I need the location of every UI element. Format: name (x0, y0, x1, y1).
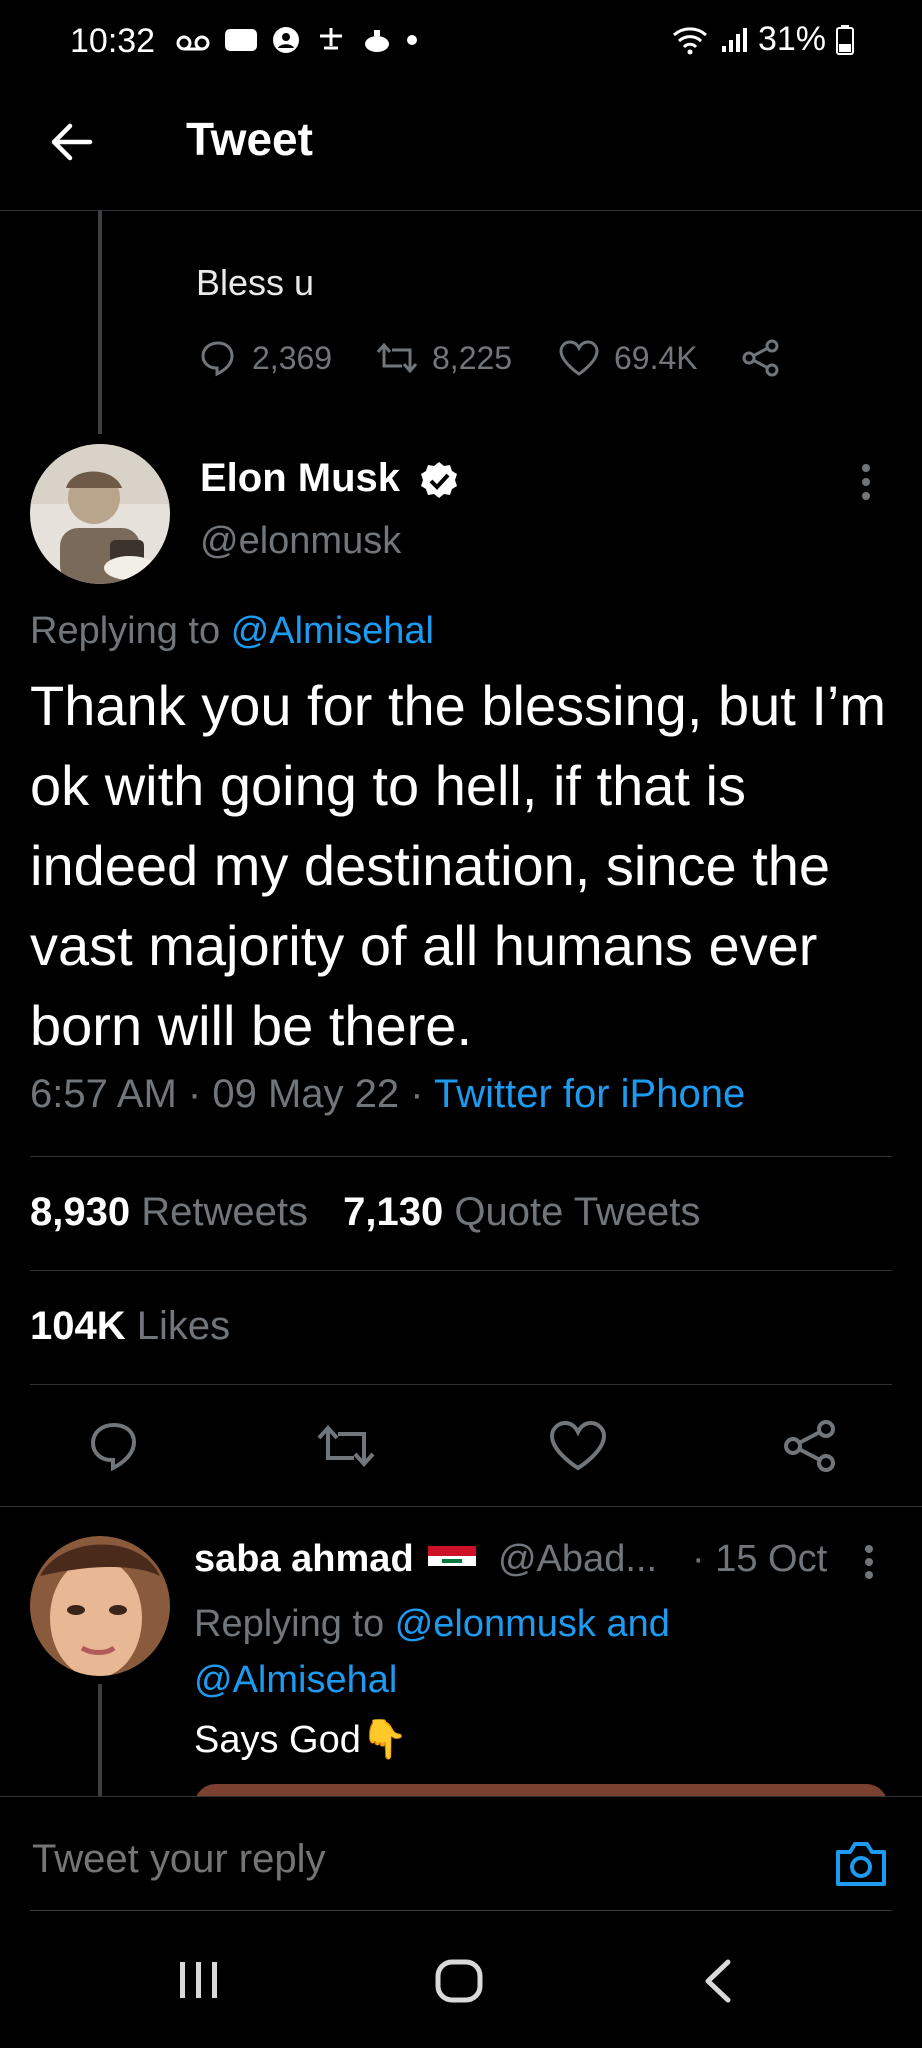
reply-author-name[interactable]: saba ahmad (194, 1538, 477, 1581)
parent-share-button[interactable] (740, 338, 782, 378)
quotes-link[interactable]: 7,130 Quote Tweets (343, 1190, 700, 1234)
tweet-source-link[interactable]: Twitter for iPhone (434, 1072, 745, 1116)
author-photo (30, 444, 170, 584)
author-avatar[interactable] (30, 444, 170, 584)
dot-icon (407, 35, 417, 45)
divider (30, 1384, 892, 1385)
app-icon (225, 29, 257, 51)
reply-icon (201, 341, 234, 377)
back-button[interactable] (44, 114, 100, 170)
retweet-button[interactable] (316, 1418, 376, 1478)
parent-retweet-button[interactable]: 8,225 (376, 338, 512, 378)
iraq-flag-icon (428, 1545, 477, 1576)
replying-prefix: Replying to (30, 610, 221, 652)
header-divider (0, 210, 922, 211)
reply-replying-to-line: Replying to @elonmusk and @Almisehal (194, 1596, 814, 1708)
likes-link[interactable]: 104K Likes (30, 1304, 230, 1349)
battery-icon (836, 24, 854, 55)
tweet-meta: 6:57 AM · 09 May 22 · Twitter for iPhone (30, 1072, 745, 1117)
airline-icon (320, 28, 342, 50)
page-title: Tweet (186, 113, 313, 165)
share-icon (742, 339, 779, 377)
parent-like-button[interactable]: 69.4K (558, 338, 698, 378)
recent-apps-icon (180, 1962, 217, 1998)
reply-thread-line (98, 1684, 102, 1796)
thread-line (98, 210, 102, 434)
retweet-quote-counts: 8,930 Retweets 7,130 Quote Tweets (30, 1190, 700, 1235)
reply-icon (90, 1422, 137, 1472)
home-button[interactable] (434, 1958, 484, 2004)
status-time: 10:32 (70, 22, 156, 60)
share-button[interactable] (780, 1418, 840, 1478)
home-icon (435, 1959, 483, 2003)
verified-badge-icon (418, 460, 460, 502)
retweets-count: 8,930 (30, 1190, 131, 1234)
notification-icons (176, 26, 418, 54)
replying-to-link[interactable]: @Almisehal (231, 610, 434, 652)
parent-retweet-count: 8,225 (432, 339, 513, 376)
retweet-icon (317, 1425, 375, 1467)
parent-tweet-text: Bless u (196, 262, 315, 303)
share-icon (784, 1420, 835, 1472)
tweet-time: 6:57 AM (30, 1072, 177, 1116)
retweets-label: Retweets (141, 1190, 308, 1234)
more-options-button[interactable] (860, 462, 872, 502)
author-name[interactable]: Elon Musk (200, 456, 400, 501)
reply-avatar[interactable] (30, 1536, 170, 1676)
reply-author-handle[interactable]: @Abad... (498, 1538, 657, 1581)
pointing-down-emoji: 👇 (360, 1719, 409, 1761)
author-handle[interactable]: @elonmusk (200, 520, 401, 563)
teapot-icon (365, 30, 389, 52)
wifi-icon (672, 26, 707, 54)
signal-icon (721, 27, 747, 52)
reply-text: Says God👇 (194, 1718, 408, 1762)
retweet-icon (376, 342, 418, 374)
likes-label: Likes (136, 1304, 231, 1348)
parent-reply-button[interactable]: 2,369 (198, 338, 332, 378)
reply-replying-prefix: Replying to (194, 1603, 385, 1645)
reply-input[interactable] (30, 1836, 794, 1883)
more-vertical-icon (862, 464, 870, 500)
heart-icon (559, 340, 599, 376)
like-button[interactable] (548, 1418, 608, 1478)
replying-to-line: Replying to @Almisehal (30, 610, 434, 653)
reply-more-options-button[interactable] (864, 1544, 874, 1580)
status-right: 31% (670, 20, 854, 59)
reply-author-name-text: saba ahmad (194, 1538, 414, 1580)
parent-like-count: 69.4K (614, 339, 698, 376)
account-icon (273, 27, 299, 53)
separator-dot: · (410, 1072, 424, 1116)
camera-icon (836, 1842, 886, 1886)
divider (0, 1506, 922, 1507)
quotes-label: Quote Tweets (454, 1190, 701, 1234)
reply-author-photo (30, 1536, 170, 1676)
reply-date: · 15 Oct (692, 1538, 828, 1580)
reply-text-content: Says God (194, 1719, 361, 1761)
quotes-count: 7,130 (343, 1190, 444, 1234)
more-vertical-icon (865, 1545, 873, 1579)
parent-reply-count: 2,369 (252, 339, 333, 376)
camera-button[interactable] (834, 1838, 888, 1888)
chevron-left-icon (705, 1959, 731, 2003)
heart-icon (549, 1420, 607, 1471)
system-back-button[interactable] (700, 1958, 736, 2004)
separator-dot: · (187, 1072, 202, 1116)
retweets-link[interactable]: 8,930 Retweets (30, 1190, 308, 1234)
tweet-date: 09 May 22 (212, 1072, 400, 1116)
arrow-left-icon (51, 123, 93, 161)
recent-apps-button[interactable] (176, 1958, 222, 2002)
tweet-text: Thank you for the blessing, but I’m ok w… (30, 674, 886, 1057)
voicemail-icon (176, 35, 210, 51)
divider (30, 1270, 892, 1271)
reply-button[interactable] (86, 1418, 146, 1478)
battery-percent: 31% (757, 20, 826, 58)
compose-divider (30, 1910, 892, 1911)
likes-count: 104K (30, 1304, 126, 1348)
divider (30, 1156, 892, 1157)
